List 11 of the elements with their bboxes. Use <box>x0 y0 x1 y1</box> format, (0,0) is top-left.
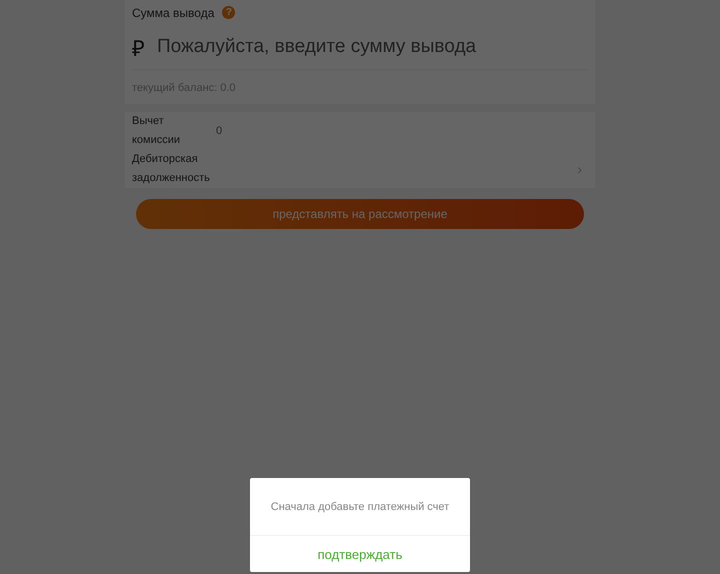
field-label: Сумма вывода <box>132 6 214 20</box>
currency-symbol: ₽ <box>132 35 145 62</box>
confirm-button[interactable]: подтверждать <box>250 536 470 572</box>
detail-label: Вычет комиссии <box>132 114 182 148</box>
dialog-message: Сначала добавьте платежный счет <box>250 478 470 536</box>
chevron-icon[interactable]: › <box>577 161 582 177</box>
submit-button[interactable]: представлять на рассмотрение <box>136 199 584 229</box>
detail-value: 0 <box>215 125 224 137</box>
detail-label: Дебиторская задолженность <box>132 152 211 186</box>
help-icon[interactable]: ? <box>222 6 236 19</box>
amount-field[interactable]: Пожалуйста, введите сумму вывода <box>155 35 588 59</box>
